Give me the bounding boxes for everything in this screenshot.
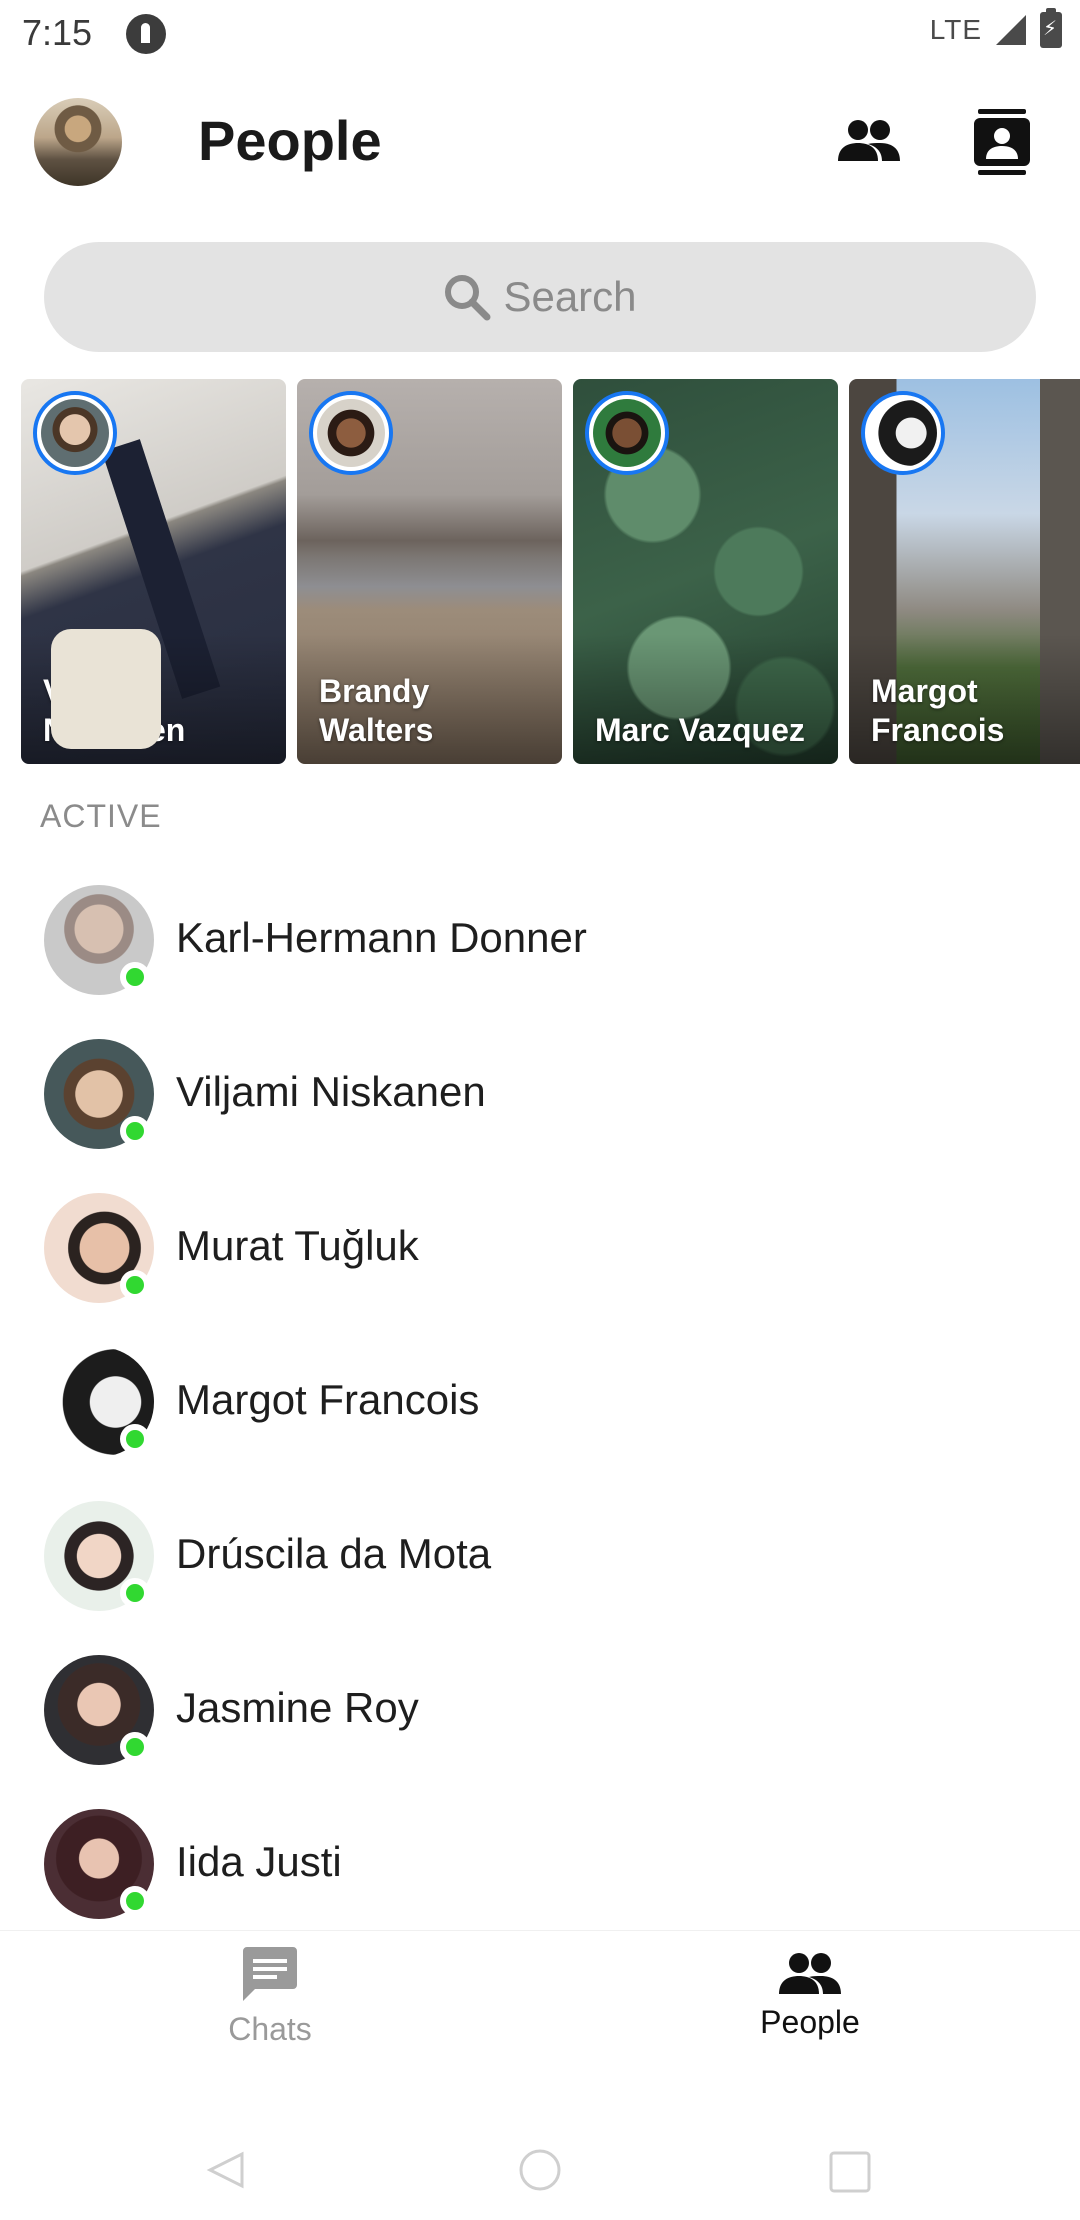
contact-name: Karl-Hermann Donner xyxy=(176,914,587,961)
page-title: People xyxy=(198,109,382,172)
status-indicators: LTE xyxy=(929,8,1062,48)
contacts-book-button[interactable] xyxy=(970,106,1034,178)
list-item[interactable]: Jasmine Roy xyxy=(0,1632,1080,1786)
contact-name: Murat Tuğluk xyxy=(176,1222,419,1269)
story-card[interactable]: Brandy Walters xyxy=(297,379,562,764)
tab-people[interactable]: People xyxy=(540,1931,1080,2061)
story-avatar xyxy=(869,399,937,467)
story-avatar xyxy=(593,399,661,467)
online-status-dot xyxy=(120,1886,150,1916)
story-avatar-ring xyxy=(33,391,117,475)
tab-chats[interactable]: Chats xyxy=(0,1931,540,2061)
search-input[interactable]: Search xyxy=(44,242,1036,352)
contact-name: Drúscila da Mota xyxy=(176,1530,492,1577)
story-avatar-ring xyxy=(861,391,945,475)
list-item[interactable]: Drúscila da Mota xyxy=(0,1478,1080,1632)
people-icon-button[interactable] xyxy=(836,112,902,170)
story-avatar xyxy=(41,399,109,467)
back-icon[interactable] xyxy=(206,2150,246,2190)
status-time: 7:15 xyxy=(22,12,93,53)
people-icon xyxy=(838,120,900,161)
app-notification-icon xyxy=(126,14,166,54)
list-item[interactable]: Karl-Hermann Donner xyxy=(0,862,1080,1016)
contact-name: Margot Francois xyxy=(176,1376,480,1423)
story-avatar xyxy=(317,399,385,467)
story-name: Margot Francois xyxy=(871,673,1005,748)
signal-icon xyxy=(996,15,1026,45)
people-icon xyxy=(779,1952,841,1994)
search-icon xyxy=(445,275,491,321)
profile-avatar[interactable] xyxy=(34,98,122,186)
chat-bubble-icon xyxy=(243,1946,297,2001)
online-status-dot xyxy=(120,1116,150,1146)
online-status-dot xyxy=(120,1578,150,1608)
story-name: Viljami Niskanen xyxy=(43,673,186,748)
story-card[interactable]: Margot Francois xyxy=(849,379,1080,764)
online-status-dot xyxy=(120,1424,150,1454)
header: People xyxy=(0,98,1080,188)
tab-people-label: People xyxy=(760,2003,860,2040)
system-navigation xyxy=(0,2120,1080,2220)
contacts-book-icon xyxy=(974,109,1030,175)
story-card[interactable]: Marc Vazquez xyxy=(573,379,838,764)
stories-carousel[interactable]: Viljami Niskanen Brandy Walters Marc Vaz… xyxy=(21,379,1080,765)
battery-charging-icon xyxy=(1040,8,1062,48)
online-status-dot xyxy=(120,1732,150,1762)
status-bar: 7:15 LTE xyxy=(0,0,1080,66)
search-placeholder: Search xyxy=(503,273,637,320)
bottom-navigation: Chats People xyxy=(0,1930,1080,2060)
online-status-dot xyxy=(120,962,150,992)
contact-name: Viljami Niskanen xyxy=(176,1068,486,1115)
network-type: LTE xyxy=(929,14,982,45)
online-status-dot xyxy=(120,1270,150,1300)
story-name: Brandy Walters xyxy=(319,673,434,748)
list-item[interactable]: Iida Justi xyxy=(0,1786,1080,1940)
story-avatar-ring xyxy=(309,391,393,475)
story-avatar-ring xyxy=(585,391,669,475)
story-name: Marc Vazquez xyxy=(595,712,805,748)
recents-icon[interactable] xyxy=(828,2150,872,2194)
tab-chats-label: Chats xyxy=(228,2010,312,2047)
story-card[interactable]: Viljami Niskanen xyxy=(21,379,286,764)
contact-name: Iida Justi xyxy=(176,1838,342,1885)
section-label-active: ACTIVE xyxy=(40,798,162,834)
contact-name: Jasmine Roy xyxy=(176,1684,419,1731)
list-item[interactable]: Viljami Niskanen xyxy=(0,1016,1080,1170)
home-icon[interactable] xyxy=(518,2148,562,2192)
active-contacts-list: Karl-Hermann Donner Viljami Niskanen Mur… xyxy=(0,862,1080,1940)
list-item[interactable]: Margot Francois xyxy=(0,1324,1080,1478)
list-item[interactable]: Murat Tuğluk xyxy=(0,1170,1080,1324)
